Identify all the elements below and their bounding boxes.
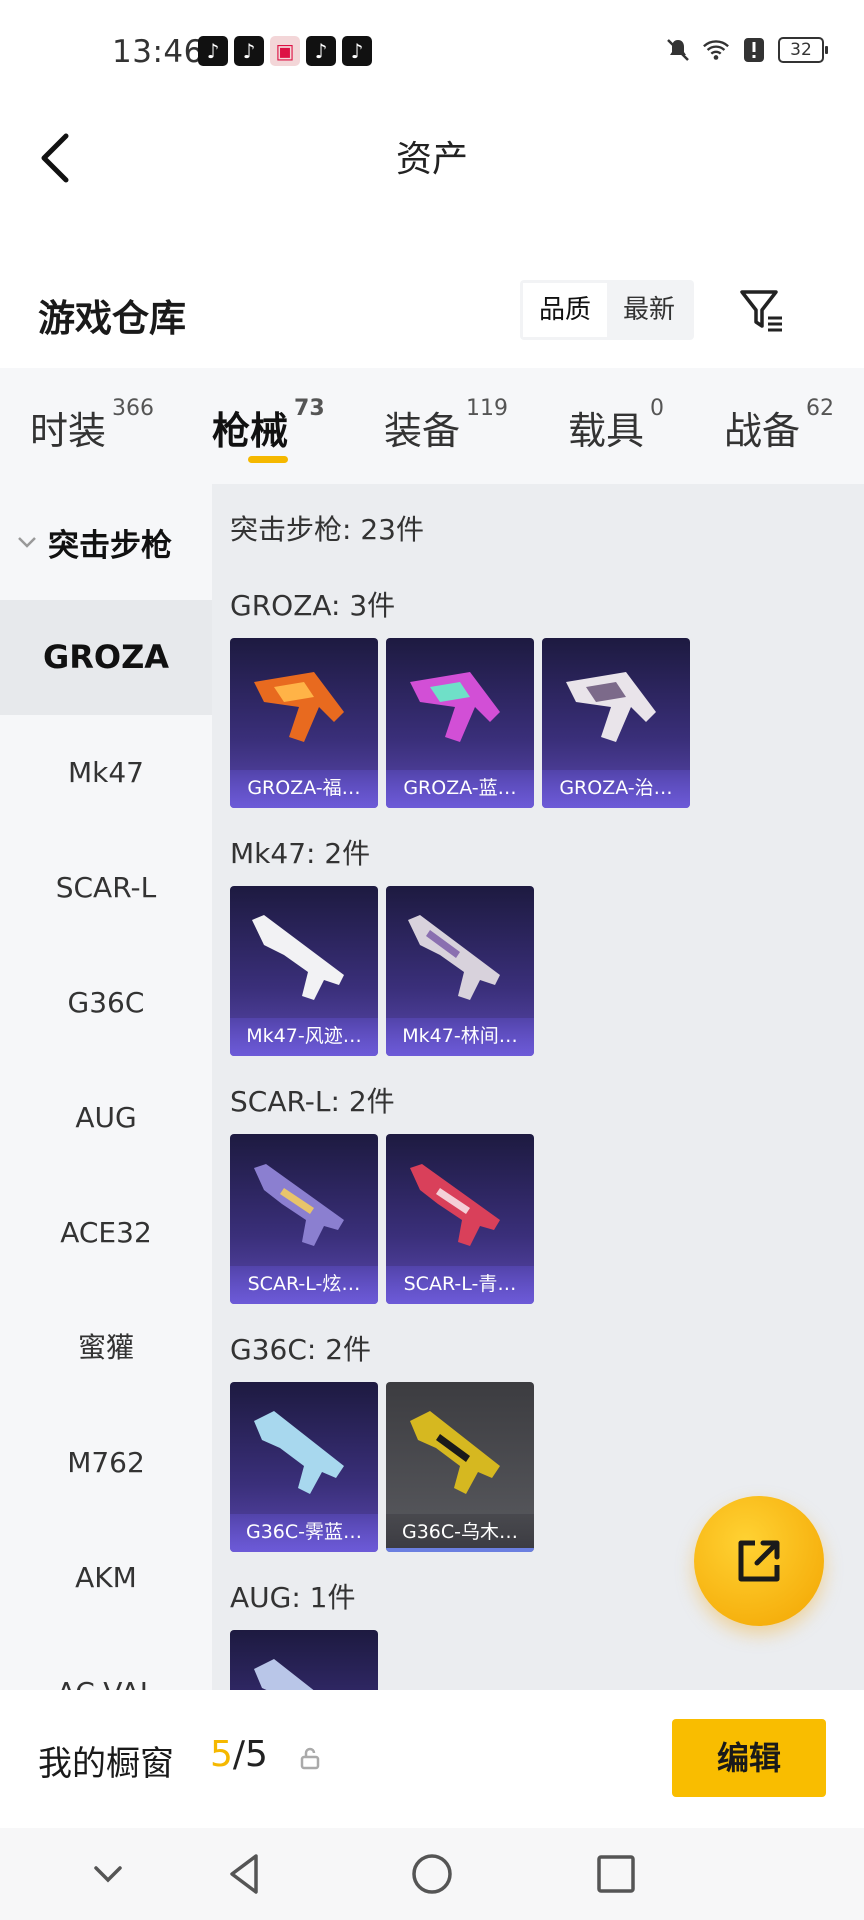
tab-outfits[interactable]: 时装366: [30, 396, 154, 455]
showcase-count: 5/5: [210, 1734, 268, 1775]
group-title-scar-l: SCAR-L: 2件: [230, 1085, 395, 1118]
sidebar-item-scar-l[interactable]: SCAR-L: [0, 830, 212, 945]
showcase-bar: 我的橱窗 5/5 编辑: [0, 1690, 864, 1828]
tab-equipment[interactable]: 装备119: [384, 396, 508, 455]
rifle-skin-icon: [408, 915, 500, 1000]
weapon-card[interactable]: G36C-霁蓝…: [230, 1382, 378, 1552]
sidebar-item-mk47[interactable]: Mk47: [0, 715, 212, 830]
status-bar: 13:46 ♪ ♪ ▣ ♪ ♪ 32: [0, 0, 864, 100]
tiktok-icon: ♪: [234, 36, 264, 66]
group-title-groza: GROZA: 3件: [230, 589, 396, 622]
rifle-skin-icon: [252, 915, 344, 1000]
group-title-g36c: G36C: 2件: [230, 1333, 372, 1366]
filter-button[interactable]: [738, 286, 786, 334]
wifi-icon: [702, 36, 730, 64]
category-tabs: 时装366 枪械73 装备119 载具0 战备62: [0, 368, 864, 484]
notification-icons: ♪ ♪ ▣ ♪ ♪: [198, 36, 372, 66]
sort-option-quality[interactable]: 品质: [523, 283, 607, 337]
sidebar-item-g36c[interactable]: G36C: [0, 945, 212, 1060]
system-nav-bar: [0, 1828, 864, 1920]
sidebar-item-m762[interactable]: M762: [0, 1405, 212, 1520]
weapon-card[interactable]: GROZA-治…: [542, 638, 690, 808]
weapon-card[interactable]: SCAR-L-炫…: [230, 1134, 378, 1304]
tiktok-icon: ♪: [342, 36, 372, 66]
active-tab-indicator: [248, 456, 288, 463]
recents-nav-icon[interactable]: [592, 1850, 640, 1898]
alert-icon: [740, 36, 768, 64]
rifle-skin-icon: [566, 672, 656, 742]
filter-icon: [740, 290, 782, 332]
home-nav-icon[interactable]: [408, 1850, 456, 1898]
warehouse-header: 游戏仓库 品质 最新: [0, 210, 864, 368]
sidebar-category-header[interactable]: 突击步枪: [0, 484, 212, 600]
sidebar-item-akm[interactable]: AKM: [0, 1520, 212, 1635]
sidebar-item-ac-val[interactable]: AC-VAL: [0, 1635, 212, 1690]
tab-vehicles[interactable]: 载具0: [568, 396, 664, 455]
status-time: 13:46: [112, 34, 204, 70]
rifle-skin-icon: [254, 1411, 344, 1494]
weapon-type-sidebar: 突击步枪 GROZA Mk47 SCAR-L G36C AUG ACE32 蜜獾…: [0, 484, 212, 1690]
tiktok-icon: ♪: [198, 36, 228, 66]
rifle-skin-icon: [254, 1659, 314, 1690]
rifle-skin-icon: [410, 1164, 500, 1246]
group-title-aug: AUG: 1件: [230, 1581, 356, 1614]
rifle-skin-icon: [254, 672, 344, 742]
rifle-skin-icon: [254, 1164, 344, 1246]
weapon-card[interactable]: [230, 1630, 378, 1690]
weapon-card[interactable]: GROZA-蓝…: [386, 638, 534, 808]
lock-icon: [300, 1747, 320, 1770]
top-header: 资产: [0, 100, 864, 210]
sidebar-item-ace32[interactable]: ACE32: [0, 1175, 212, 1290]
tab-weapons[interactable]: 枪械73: [212, 396, 325, 455]
chevron-down-icon: [18, 537, 36, 548]
sort-toggle: 品质 最新: [520, 280, 694, 340]
share-icon: [738, 1540, 780, 1582]
page-title: 资产: [395, 139, 468, 180]
warehouse-title: 游戏仓库: [38, 297, 186, 340]
group-title-mk47: Mk47: 2件: [230, 837, 371, 870]
showcase-label: 我的橱窗: [38, 1744, 174, 1784]
tiktok-icon: ♪: [306, 36, 336, 66]
weapon-card[interactable]: Mk47-风迹…: [230, 886, 378, 1056]
weapon-card[interactable]: GROZA-福…: [230, 638, 378, 808]
gift-box-icon: ▣: [270, 36, 300, 66]
system-icons: 32: [664, 36, 828, 64]
rifle-skin-icon: [410, 1411, 500, 1494]
hide-keyboard-icon[interactable]: [84, 1850, 132, 1898]
sort-option-latest[interactable]: 最新: [607, 283, 691, 337]
weapon-card[interactable]: Mk47-林间…: [386, 886, 534, 1056]
weapon-card[interactable]: SCAR-L-青…: [386, 1134, 534, 1304]
tab-supplies[interactable]: 战备62: [724, 396, 834, 455]
sidebar-item-groza[interactable]: GROZA: [0, 600, 212, 715]
rifle-skin-icon: [410, 672, 500, 742]
battery-icon: 32: [778, 37, 828, 63]
weapon-card[interactable]: G36C-乌木…: [386, 1382, 534, 1552]
sidebar-item-honey-badger[interactable]: 蜜獾: [0, 1290, 212, 1405]
back-nav-icon[interactable]: [222, 1850, 270, 1898]
category-count-heading: 突击步枪: 23件: [230, 513, 424, 546]
share-button[interactable]: [694, 1496, 824, 1626]
sidebar-item-aug[interactable]: AUG: [0, 1060, 212, 1175]
mute-icon: [664, 36, 692, 64]
edit-button[interactable]: 编辑: [672, 1719, 826, 1797]
